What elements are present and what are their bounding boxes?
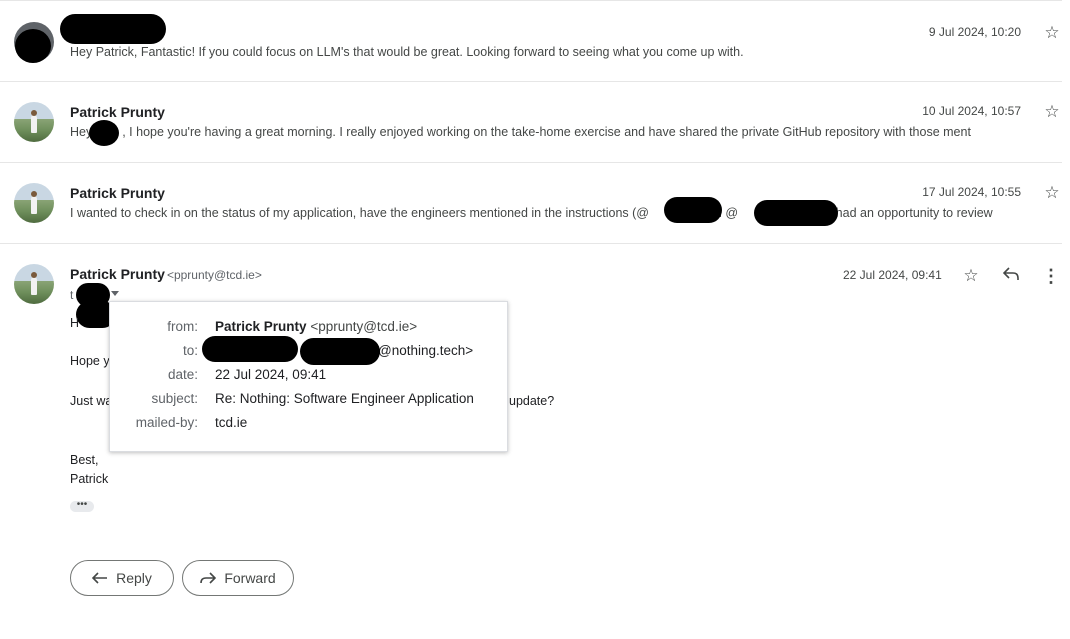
redaction xyxy=(300,338,380,365)
sender-email: <pprunty@tcd.ie> xyxy=(166,268,262,282)
message-snippet: Hey, I hope you're having a great mornin… xyxy=(70,125,1010,139)
from-name: Patrick Prunty xyxy=(215,319,307,334)
message-details-popup: from: Patrick Prunty <pprunty@tcd.ie> to… xyxy=(109,301,508,452)
redaction xyxy=(202,336,298,362)
star-icon[interactable]: ☆ xyxy=(1042,102,1062,122)
star-icon[interactable]: ☆ xyxy=(959,264,983,288)
reply-button[interactable]: Reply xyxy=(70,560,174,596)
more-vertical-icon[interactable]: ⋮ xyxy=(1039,264,1063,288)
from-value: Patrick Prunty <pprunty@tcd.ie> xyxy=(215,319,417,334)
sender-name: Patrick Prunty <pprunty@tcd.ie> xyxy=(70,266,262,282)
body-line: H xyxy=(70,316,80,330)
message-snippet: I wanted to check in on the status of my… xyxy=(70,206,1010,220)
snippet-text: , I hope you're having a great morning. … xyxy=(122,125,971,139)
sender-avatar xyxy=(14,264,54,304)
redaction xyxy=(754,200,838,226)
sender-name: Patrick Prunty xyxy=(70,185,165,201)
snippet-text: I wanted to check in on the status of my… xyxy=(70,206,649,220)
forward-label: Forward xyxy=(224,570,276,586)
body-line: update? xyxy=(509,394,555,408)
reply-icon[interactable] xyxy=(999,264,1023,288)
body-line: Just wa xyxy=(70,394,113,408)
message-date: 9 Jul 2024, 10:20 xyxy=(928,25,1021,39)
message-snippet: Hey Patrick, Fantastic! If you could foc… xyxy=(70,45,744,59)
thread-message-collapsed[interactable]: Patrick Prunty I wanted to check in on t… xyxy=(0,163,1062,244)
forward-button[interactable]: Forward xyxy=(182,560,294,596)
snippet-text: ) had an opportunity to review xyxy=(828,206,993,220)
sender-avatar xyxy=(14,102,54,142)
redaction xyxy=(15,29,51,63)
message-date: 10 Jul 2024, 10:57 xyxy=(922,104,1021,118)
sender-avatar xyxy=(14,183,54,223)
to-label: to: xyxy=(182,343,198,358)
forward-arrow-icon xyxy=(200,572,217,584)
show-trimmed-content-button[interactable]: ••• xyxy=(70,500,94,512)
mailed-by-label: mailed-by: xyxy=(135,415,198,430)
date-label: date: xyxy=(167,367,198,382)
chevron-down-icon[interactable] xyxy=(111,291,119,296)
subject-value: Re: Nothing: Software Engineer Applicati… xyxy=(215,391,474,406)
star-icon[interactable]: ☆ xyxy=(1042,183,1062,203)
date-value: 22 Jul 2024, 09:41 xyxy=(215,367,327,382)
sender-name-text: Patrick Prunty xyxy=(70,266,165,282)
sender-name: Patrick Prunty xyxy=(70,104,165,120)
reply-label: Reply xyxy=(116,570,152,586)
body-line: Hope y xyxy=(70,354,110,368)
to-value: @nothing.tech> xyxy=(378,343,474,358)
recipient-line: t xyxy=(70,288,74,302)
from-label: from: xyxy=(167,319,198,334)
redaction xyxy=(664,197,722,223)
redaction xyxy=(89,120,119,146)
star-icon[interactable]: ☆ xyxy=(1042,23,1062,43)
signature: Patrick xyxy=(70,472,109,486)
message-date: 17 Jul 2024, 10:55 xyxy=(922,185,1021,199)
reply-arrow-icon xyxy=(92,572,108,584)
from-email: <pprunty@tcd.ie> xyxy=(310,319,418,334)
message-date: 22 Jul 2024, 09:41 xyxy=(843,268,942,282)
subject-label: subject: xyxy=(151,391,198,406)
sign-off: Best, xyxy=(70,453,99,467)
redaction xyxy=(60,14,166,44)
thread-message-collapsed[interactable]: Patrick Prunty Hey, I hope you're having… xyxy=(0,82,1062,163)
mailed-by-value: tcd.ie xyxy=(215,415,248,430)
thread-message-collapsed[interactable]: Hey Patrick, Fantastic! If you could foc… xyxy=(0,0,1062,82)
